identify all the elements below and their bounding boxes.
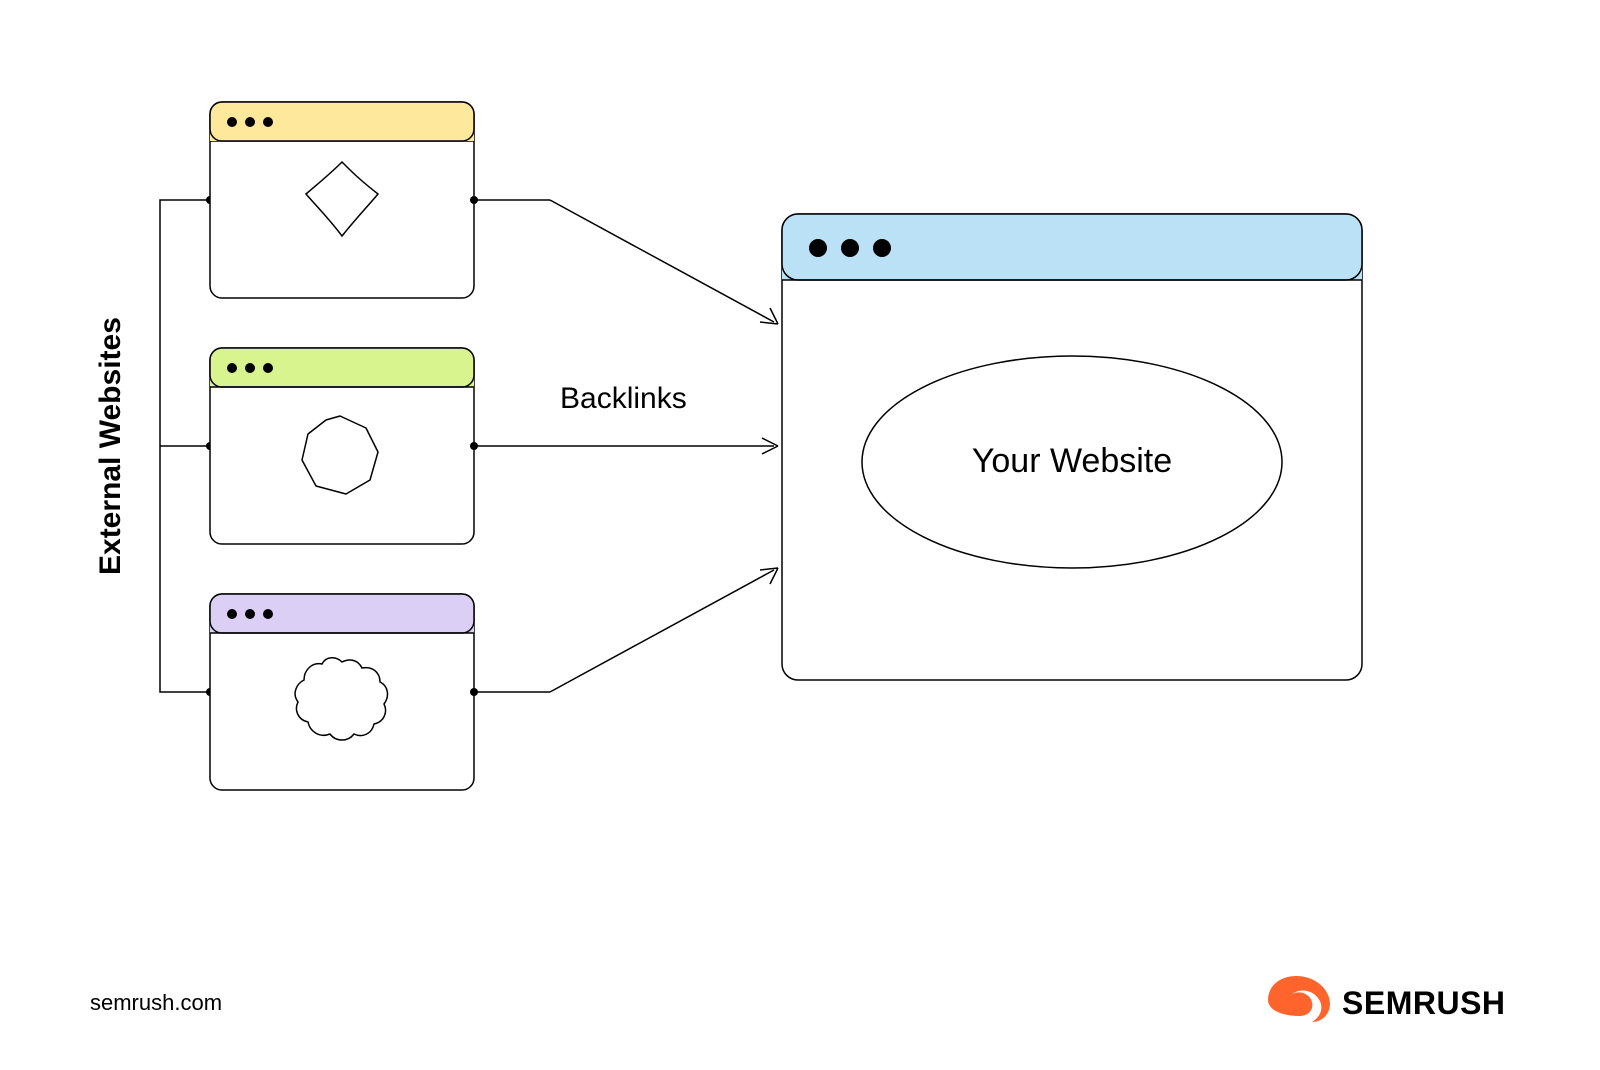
external-sites-bracket — [160, 196, 214, 696]
window-dot-icon — [873, 239, 891, 257]
external-websites-label: External Websites — [94, 317, 127, 575]
external-site-1 — [210, 102, 474, 298]
semrush-logo: SEMRUSH — [1268, 976, 1506, 1022]
window-dot-icon — [227, 609, 237, 619]
window-dot-icon — [245, 609, 255, 619]
window-dot-icon — [227, 117, 237, 127]
window-dot-icon — [263, 363, 273, 373]
backlink-arrows — [470, 196, 778, 696]
window-dot-icon — [263, 117, 273, 127]
window-dot-icon — [263, 609, 273, 619]
window-dot-icon — [227, 363, 237, 373]
window-dot-icon — [245, 117, 255, 127]
window-dot-icon — [809, 239, 827, 257]
external-site-2 — [210, 348, 474, 544]
backlinks-label: Backlinks — [560, 382, 687, 415]
your-website-window: Your Website — [782, 214, 1362, 680]
external-site-3 — [210, 594, 474, 790]
window-dot-icon — [841, 239, 859, 257]
backlinks-diagram: External Websites — [0, 0, 1600, 1070]
footer-domain-text: semrush.com — [90, 990, 222, 1015]
your-website-label: Your Website — [972, 442, 1172, 480]
semrush-flame-icon — [1268, 976, 1330, 1022]
semrush-brand-text: SEMRUSH — [1342, 985, 1506, 1021]
window-dot-icon — [245, 363, 255, 373]
